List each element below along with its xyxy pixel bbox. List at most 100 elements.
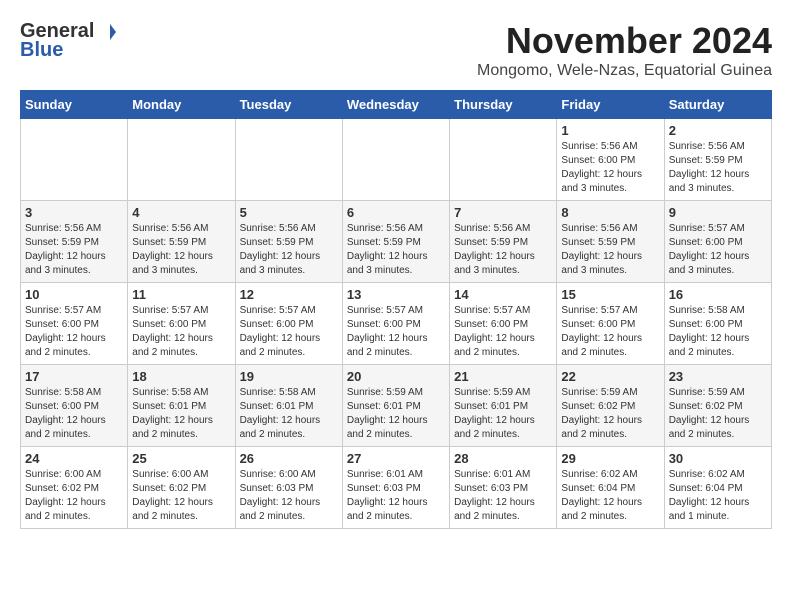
- cell-info: Sunrise: 6:00 AM Sunset: 6:02 PM Dayligh…: [132, 468, 230, 524]
- weekday-header-saturday: Saturday: [664, 91, 771, 119]
- cell-info: Sunrise: 5:57 AM Sunset: 6:00 PM Dayligh…: [25, 304, 123, 360]
- cell-info: Sunrise: 5:56 AM Sunset: 5:59 PM Dayligh…: [25, 222, 123, 278]
- day-number: 5: [240, 205, 338, 220]
- week-row-3: 17 Sunrise: 5:58 AM Sunset: 6:00 PM Dayli…: [21, 365, 772, 447]
- calendar-cell: [235, 119, 342, 201]
- calendar-cell: 29 Sunrise: 6:02 AM Sunset: 6:04 PM Dayli…: [557, 447, 664, 529]
- calendar-cell: 8 Sunrise: 5:56 AM Sunset: 5:59 PM Daylig…: [557, 201, 664, 283]
- cell-info: Sunrise: 5:57 AM Sunset: 6:00 PM Dayligh…: [669, 222, 767, 278]
- week-row-4: 24 Sunrise: 6:00 AM Sunset: 6:02 PM Dayli…: [21, 447, 772, 529]
- day-number: 25: [132, 451, 230, 466]
- cell-info: Sunrise: 5:59 AM Sunset: 6:01 PM Dayligh…: [454, 386, 552, 442]
- calendar-cell: [450, 119, 557, 201]
- calendar-cell: 10 Sunrise: 5:57 AM Sunset: 6:00 PM Dayli…: [21, 283, 128, 365]
- calendar-cell: 16Sunrise: 5:58 AM Sunset: 6:00 PM Dayli…: [664, 283, 771, 365]
- day-number: 12: [240, 287, 338, 302]
- day-number: 6: [347, 205, 445, 220]
- calendar-cell: [128, 119, 235, 201]
- cell-info: Sunrise: 6:00 AM Sunset: 6:03 PM Dayligh…: [240, 468, 338, 524]
- calendar-cell: 15 Sunrise: 5:57 AM Sunset: 6:00 PM Dayli…: [557, 283, 664, 365]
- calendar-cell: 4Sunrise: 5:56 AM Sunset: 5:59 PM Daylig…: [128, 201, 235, 283]
- day-number: 21: [454, 369, 552, 384]
- day-number: 23: [669, 369, 767, 384]
- calendar-cell: [342, 119, 449, 201]
- day-number: 19: [240, 369, 338, 384]
- calendar-cell: 13 Sunrise: 5:57 AM Sunset: 6:00 PM Dayli…: [342, 283, 449, 365]
- cell-info: Sunrise: 5:59 AM Sunset: 6:02 PM Dayligh…: [561, 386, 659, 442]
- calendar-cell: 22Sunrise: 5:59 AM Sunset: 6:02 PM Dayli…: [557, 365, 664, 447]
- calendar-cell: 11Sunrise: 5:57 AM Sunset: 6:00 PM Dayli…: [128, 283, 235, 365]
- weekday-header-row: SundayMondayTuesdayWednesdayThursdayFrid…: [21, 91, 772, 119]
- day-number: 10: [25, 287, 123, 302]
- cell-info: Sunrise: 5:57 AM Sunset: 6:00 PM Dayligh…: [454, 304, 552, 360]
- calendar-cell: 30Sunrise: 6:02 AM Sunset: 6:04 PM Dayli…: [664, 447, 771, 529]
- day-number: 30: [669, 451, 767, 466]
- cell-info: Sunrise: 5:58 AM Sunset: 6:01 PM Dayligh…: [132, 386, 230, 442]
- day-number: 28: [454, 451, 552, 466]
- day-number: 3: [25, 205, 123, 220]
- calendar-cell: 2Sunrise: 5:56 AM Sunset: 5:59 PM Daylig…: [664, 119, 771, 201]
- cell-info: Sunrise: 5:56 AM Sunset: 5:59 PM Dayligh…: [561, 222, 659, 278]
- calendar-cell: 14 Sunrise: 5:57 AM Sunset: 6:00 PM Dayli…: [450, 283, 557, 365]
- cell-info: Sunrise: 5:56 AM Sunset: 5:59 PM Dayligh…: [454, 222, 552, 278]
- cell-info: Sunrise: 6:02 AM Sunset: 6:04 PM Dayligh…: [561, 468, 659, 524]
- calendar-cell: 25 Sunrise: 6:00 AM Sunset: 6:02 PM Dayli…: [128, 447, 235, 529]
- day-number: 9: [669, 205, 767, 220]
- cell-info: Sunrise: 6:01 AM Sunset: 6:03 PM Dayligh…: [454, 468, 552, 524]
- calendar-table: SundayMondayTuesdayWednesdayThursdayFrid…: [20, 90, 772, 529]
- cell-info: Sunrise: 6:00 AM Sunset: 6:02 PM Dayligh…: [25, 468, 123, 524]
- day-number: 15: [561, 287, 659, 302]
- cell-info: Sunrise: 5:57 AM Sunset: 6:00 PM Dayligh…: [132, 304, 230, 360]
- calendar-cell: [21, 119, 128, 201]
- day-number: 18: [132, 369, 230, 384]
- calendar-cell: 20 Sunrise: 5:59 AM Sunset: 6:01 PM Dayli…: [342, 365, 449, 447]
- day-number: 13: [347, 287, 445, 302]
- calendar-cell: 19 Sunrise: 5:58 AM Sunset: 6:01 PM Dayli…: [235, 365, 342, 447]
- weekday-header-friday: Friday: [557, 91, 664, 119]
- cell-info: Sunrise: 5:56 AM Sunset: 6:00 PM Dayligh…: [561, 140, 659, 196]
- cell-info: Sunrise: 5:57 AM Sunset: 6:00 PM Dayligh…: [240, 304, 338, 360]
- day-number: 17: [25, 369, 123, 384]
- cell-info: Sunrise: 5:58 AM Sunset: 6:00 PM Dayligh…: [669, 304, 767, 360]
- week-row-1: 3 Sunrise: 5:56 AM Sunset: 5:59 PM Daylig…: [21, 201, 772, 283]
- calendar-cell: 1 Sunrise: 5:56 AM Sunset: 6:00 PM Daylig…: [557, 119, 664, 201]
- day-number: 8: [561, 205, 659, 220]
- calendar-cell: 12 Sunrise: 5:57 AM Sunset: 6:00 PM Dayli…: [235, 283, 342, 365]
- calendar-cell: 23 Sunrise: 5:59 AM Sunset: 6:02 PM Dayli…: [664, 365, 771, 447]
- day-number: 20: [347, 369, 445, 384]
- day-number: 24: [25, 451, 123, 466]
- calendar-cell: 26 Sunrise: 6:00 AM Sunset: 6:03 PM Dayli…: [235, 447, 342, 529]
- day-number: 14: [454, 287, 552, 302]
- calendar-cell: 9 Sunrise: 5:57 AM Sunset: 6:00 PM Daylig…: [664, 201, 771, 283]
- cell-info: Sunrise: 5:57 AM Sunset: 6:00 PM Dayligh…: [561, 304, 659, 360]
- cell-info: Sunrise: 5:57 AM Sunset: 6:00 PM Dayligh…: [347, 304, 445, 360]
- calendar-cell: 7 Sunrise: 5:56 AM Sunset: 5:59 PM Daylig…: [450, 201, 557, 283]
- day-number: 27: [347, 451, 445, 466]
- weekday-header-monday: Monday: [128, 91, 235, 119]
- cell-info: Sunrise: 5:56 AM Sunset: 5:59 PM Dayligh…: [347, 222, 445, 278]
- cell-info: Sunrise: 6:01 AM Sunset: 6:03 PM Dayligh…: [347, 468, 445, 524]
- day-number: 4: [132, 205, 230, 220]
- weekday-header-wednesday: Wednesday: [342, 91, 449, 119]
- day-number: 29: [561, 451, 659, 466]
- cell-info: Sunrise: 5:56 AM Sunset: 5:59 PM Dayligh…: [669, 140, 767, 196]
- cell-info: Sunrise: 5:58 AM Sunset: 6:01 PM Dayligh…: [240, 386, 338, 442]
- day-number: 7: [454, 205, 552, 220]
- calendar-cell: 3 Sunrise: 5:56 AM Sunset: 5:59 PM Daylig…: [21, 201, 128, 283]
- cell-info: Sunrise: 5:58 AM Sunset: 6:00 PM Dayligh…: [25, 386, 123, 442]
- calendar-cell: 24 Sunrise: 6:00 AM Sunset: 6:02 PM Dayli…: [21, 447, 128, 529]
- location-title: Mongomo, Wele-Nzas, Equatorial Guinea: [477, 62, 772, 80]
- logo-blue: Blue: [20, 39, 63, 62]
- day-number: 1: [561, 123, 659, 138]
- calendar-cell: 18 Sunrise: 5:58 AM Sunset: 6:01 PM Dayli…: [128, 365, 235, 447]
- weekday-header-tuesday: Tuesday: [235, 91, 342, 119]
- calendar-cell: 27 Sunrise: 6:01 AM Sunset: 6:03 PM Dayli…: [342, 447, 449, 529]
- week-row-2: 10 Sunrise: 5:57 AM Sunset: 6:00 PM Dayli…: [21, 283, 772, 365]
- logo-icon: [96, 22, 116, 42]
- calendar-cell: 6 Sunrise: 5:56 AM Sunset: 5:59 PM Daylig…: [342, 201, 449, 283]
- cell-info: Sunrise: 5:56 AM Sunset: 5:59 PM Dayligh…: [240, 222, 338, 278]
- cell-info: Sunrise: 5:59 AM Sunset: 6:01 PM Dayligh…: [347, 386, 445, 442]
- day-number: 26: [240, 451, 338, 466]
- calendar-cell: 5 Sunrise: 5:56 AM Sunset: 5:59 PM Daylig…: [235, 201, 342, 283]
- cell-info: Sunrise: 5:59 AM Sunset: 6:02 PM Dayligh…: [669, 386, 767, 442]
